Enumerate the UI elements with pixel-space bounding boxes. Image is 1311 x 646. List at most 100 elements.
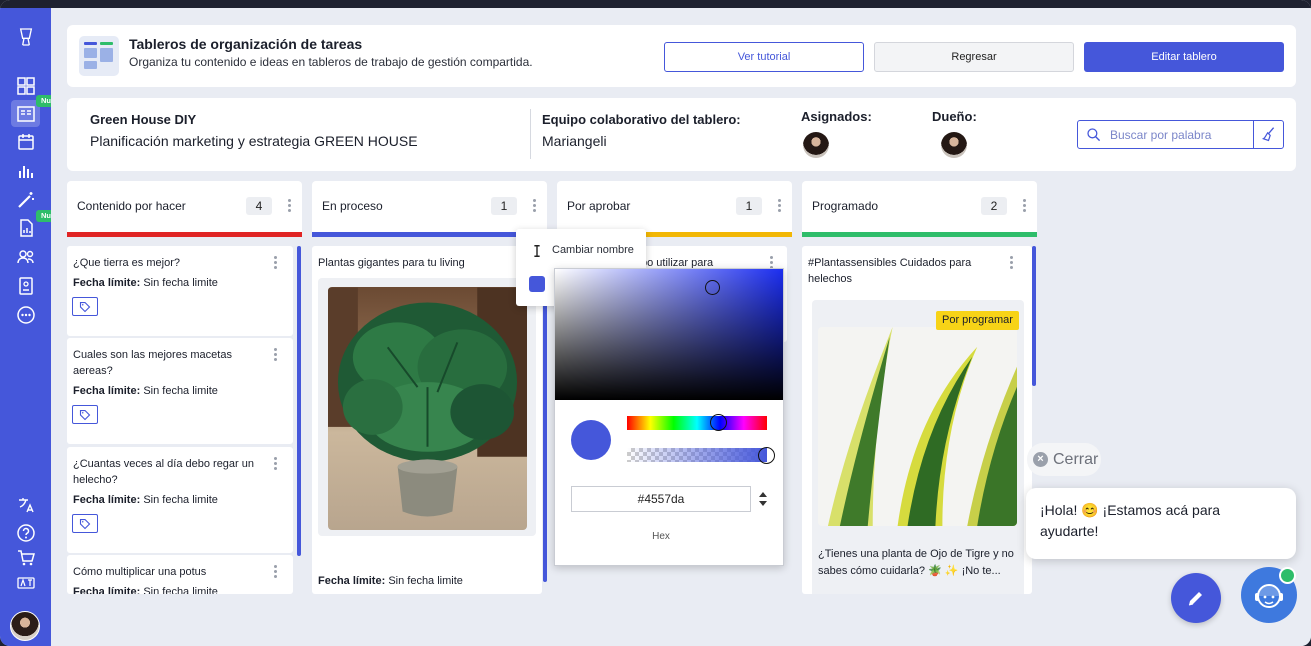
column-count: 2	[981, 197, 1007, 215]
status-badge: Por programar	[936, 311, 1019, 330]
users-icon[interactable]	[13, 244, 38, 269]
card-menu-icon[interactable]	[274, 256, 278, 270]
task-title: Plantas gigantes para tu living	[318, 257, 465, 269]
app-window: Nuevo Nuevo	[0, 0, 1311, 646]
saturation-handle[interactable]	[705, 280, 720, 295]
tag-icon[interactable]	[72, 405, 98, 424]
rename-option[interactable]: Cambiar nombre	[552, 244, 634, 256]
team-label: Equipo colaborativo del tablero:	[542, 112, 741, 127]
task-title: Cómo multiplicar una potus	[73, 566, 207, 578]
chat-bubble[interactable]: ¡Hola! 😊 ¡Estamos acá para ayudarte!	[1026, 488, 1296, 559]
edit-board-button[interactable]: Editar tablero	[1084, 42, 1284, 72]
column-menu-icon[interactable]	[533, 199, 537, 213]
close-chat-button[interactable]: × Cerrar	[1027, 443, 1101, 476]
back-button[interactable]: Regresar	[874, 42, 1074, 72]
assigned-avatar[interactable]	[803, 132, 829, 158]
task-title: Cuales son las mejores macetas aereas?	[73, 349, 232, 377]
task-due-date: Fecha límite: Sin fecha limite	[318, 575, 463, 587]
clear-filter-button[interactable]	[1253, 120, 1284, 149]
help-icon[interactable]	[13, 520, 38, 545]
scrollbar[interactable]	[1032, 246, 1036, 386]
column-title: Programado	[812, 199, 879, 213]
card-caption: ¿Tienes una planta de Ojo de Tigre y no …	[818, 548, 1014, 577]
column-color-bar	[312, 232, 547, 237]
board-name: Green House DIY	[90, 112, 197, 127]
format-toggle-icon[interactable]	[757, 489, 769, 509]
task-card[interactable]: ¿Que tierra es mejor? Fecha límite: Sin …	[67, 246, 293, 336]
column-title: En proceso	[322, 199, 383, 213]
column-title: Contenido por hacer	[77, 199, 186, 213]
board-description: Planificación marketing y estrategia GRE…	[90, 133, 418, 149]
task-title: ¿Que tierra es mejor?	[73, 257, 180, 269]
task-card[interactable]: Cuales son las mejores macetas aereas? F…	[67, 338, 293, 444]
online-status-dot	[1279, 567, 1296, 584]
page-subtitle: Organiza tu contenido e ideas en tablero…	[129, 55, 533, 69]
boards-illustration-icon	[79, 36, 119, 76]
column-count: 1	[736, 197, 762, 215]
magic-wand-icon[interactable]	[13, 187, 38, 212]
user-avatar[interactable]	[10, 611, 40, 641]
column-menu-icon[interactable]	[778, 199, 782, 213]
board-info: Green House DIY Planificación marketing …	[67, 98, 1296, 171]
hue-handle[interactable]	[710, 414, 727, 431]
broom-icon	[1261, 127, 1275, 142]
card-menu-icon[interactable]	[274, 457, 278, 471]
owner-label: Dueño:	[932, 109, 977, 124]
contact-card-icon[interactable]	[13, 273, 38, 298]
card-menu-icon[interactable]	[274, 565, 278, 579]
cart-icon[interactable]	[13, 545, 38, 570]
column-header-programado: Programado 2	[802, 181, 1037, 237]
logo-icon[interactable]	[13, 20, 38, 54]
monstera-image	[328, 287, 527, 530]
column-color-bar	[67, 232, 302, 237]
task-card[interactable]: Plantas gigantes para tu living Fecha lí…	[312, 246, 542, 594]
task-card[interactable]: #Plantassensibles Cuidados para helechos…	[802, 246, 1032, 594]
task-card[interactable]: ¿Cuantas veces al día debo regar un hele…	[67, 447, 293, 553]
calendar-icon[interactable]	[13, 129, 38, 154]
alpha-slider[interactable]	[627, 448, 767, 462]
column-menu-icon[interactable]	[1023, 199, 1027, 213]
sidebar: Nuevo Nuevo	[0, 8, 69, 646]
more-icon[interactable]	[13, 302, 38, 327]
column-title: Por aprobar	[567, 199, 631, 213]
search-placeholder: Buscar por palabra	[1110, 127, 1212, 142]
color-swatch[interactable]	[529, 276, 545, 292]
task-title: #Plantassensibles Cuidados para helechos	[808, 257, 972, 285]
search-input[interactable]: Buscar por palabra	[1077, 120, 1254, 149]
color-preview	[571, 420, 611, 460]
tag-icon[interactable]	[72, 514, 98, 533]
translate-icon[interactable]	[13, 492, 38, 517]
grid-icon[interactable]	[13, 73, 38, 98]
search-icon	[1087, 127, 1101, 141]
task-title: ¿Cuantas veces al día debo regar un hele…	[73, 458, 255, 486]
tag-icon[interactable]	[72, 297, 98, 316]
snake-plant-image	[818, 327, 1017, 526]
task-due-date: Fecha límite: Sin fecha limite	[73, 494, 218, 506]
task-due-date: Fecha límite: Sin fecha limite	[73, 385, 218, 397]
edit-fab-button[interactable]	[1171, 573, 1221, 623]
language-icon[interactable]	[13, 570, 38, 595]
task-due-date: Fecha límite: Sin fecha limite	[73, 586, 218, 594]
hue-slider[interactable]	[627, 416, 767, 430]
alpha-handle[interactable]	[758, 447, 775, 464]
saturation-area[interactable]	[555, 269, 783, 400]
top-bar	[0, 0, 1311, 8]
stats-icon[interactable]	[13, 158, 38, 183]
card-menu-icon[interactable]	[1010, 256, 1014, 270]
close-icon: ×	[1033, 452, 1048, 467]
team-value: Mariangeli	[542, 133, 607, 149]
owner-avatar[interactable]	[941, 132, 967, 158]
color-picker: #4557da Hex	[554, 268, 784, 566]
report-icon[interactable]	[13, 215, 38, 240]
format-label: Hex	[652, 531, 670, 542]
card-menu-icon[interactable]	[274, 348, 278, 362]
hex-input[interactable]: #4557da	[571, 486, 751, 512]
task-card[interactable]: Cómo multiplicar una potus Fecha límite:…	[67, 555, 293, 594]
text-cursor-icon	[534, 245, 540, 257]
column-menu-icon[interactable]	[288, 199, 292, 213]
scrollbar[interactable]	[297, 246, 301, 556]
column-count: 4	[246, 197, 272, 215]
close-label: Cerrar	[1053, 450, 1099, 468]
task-due-date: Fecha límite: Sin fecha limite	[73, 277, 218, 289]
tutorial-button[interactable]: Ver tutorial	[664, 42, 864, 72]
